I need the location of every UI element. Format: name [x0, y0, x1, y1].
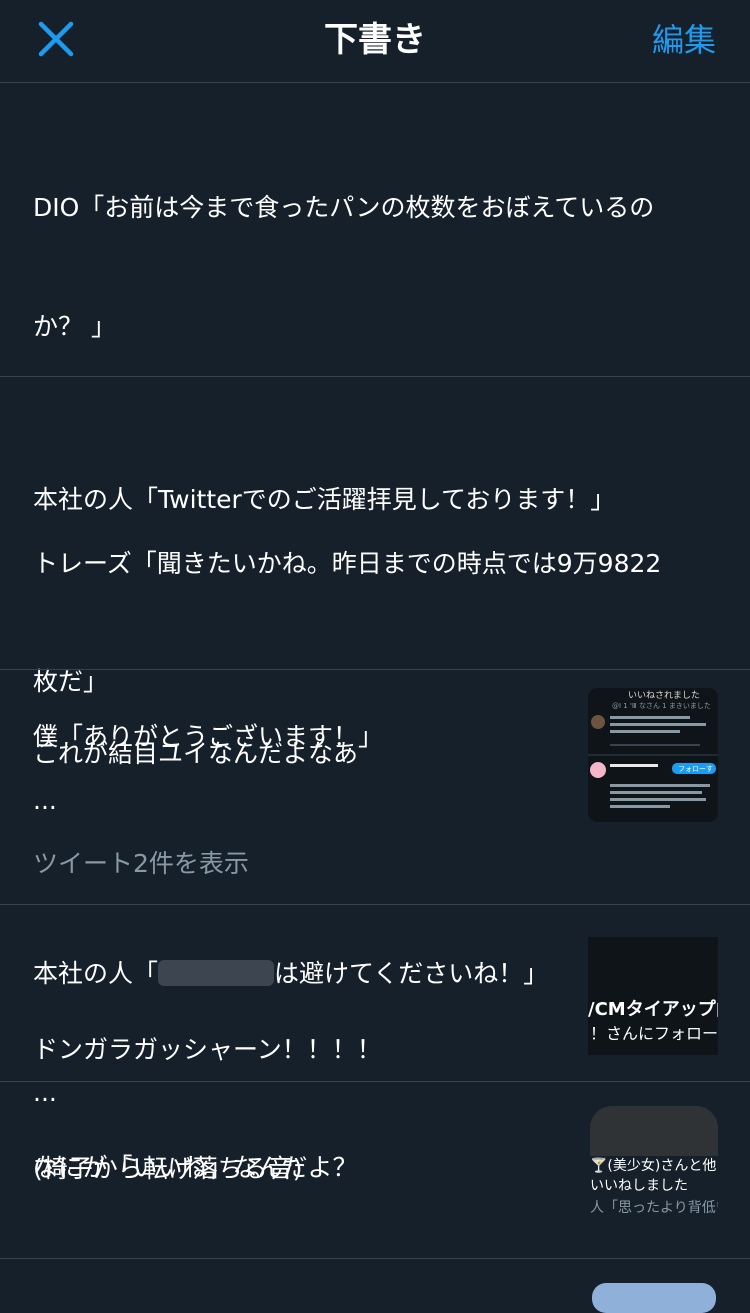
thumbnail-caption: ！さんにフォロー — [590, 1024, 718, 1043]
draft-text: なにが「いいね」なんだよ？ — [33, 1153, 358, 1182]
thumbnail-caption: 🍸(美少女)さんと他 — [590, 1158, 717, 1174]
draft-line: ドンガラガッシャーン！！！！ — [33, 1035, 382, 1064]
page-title: 下書き — [324, 20, 426, 60]
thumbnail-caption: いいねしました — [590, 1178, 688, 1194]
thumbnail-caption: @I 1 'Ⅲ なさん 1 まきいました — [612, 702, 711, 710]
draft-item[interactable]: これが結目ユイなんだよなあ ツイート2件を表示 いいねされました @I 1 'Ⅲ… — [0, 670, 750, 905]
thumbnail-image — [590, 1106, 718, 1156]
draft-item[interactable]: 本社の人「Twitterでのご活躍拝見しております！」 僕「ありがとうございます… — [0, 377, 750, 1107]
draft-item[interactable]: なにが「いいね」なんだよ？ 🍸(美少女)さんと他 いいねしました 人「思ったより… — [0, 1082, 750, 1259]
thumbnail-caption: /CMタイアップ由 — [588, 999, 718, 1020]
draft-line: か？ 」 — [33, 311, 116, 341]
draft-media-thumbnail[interactable]: いいねされました @I 1 'Ⅲ なさん 1 まきいました フォローす — [588, 688, 718, 822]
draft-media-thumbnail[interactable]: /CMタイアップ由 ！さんにフォロー — [588, 937, 718, 1055]
navigation-bar: 下書き 編集 — [0, 0, 750, 83]
draft-media-thumbnail[interactable]: 🍸(美少女)さんと他 いいねしました 人「思ったより背低い — [588, 1106, 718, 1228]
draft-line: 本社の人「Twitterでのご活躍拝見しております！」 — [33, 485, 616, 514]
thumbnail-caption: フォローす — [678, 765, 713, 773]
draft-text: これが結目ユイなんだよなあ — [33, 739, 359, 768]
draft-line: DIO「お前は今まで食ったパンの枚数をおぼえているの — [33, 193, 655, 222]
thumbnail-caption: 人「思ったより背低い — [590, 1200, 718, 1216]
show-thread-link[interactable]: ツイート2件を表示 — [33, 846, 249, 882]
draft-item[interactable] — [0, 1259, 750, 1313]
edit-button[interactable]: 編集 — [652, 18, 716, 62]
draft-item[interactable]: ドンガラガッシャーン！！！！ (椅子から転げ落ちる音) /CMタイアップ由 ！さ… — [0, 905, 750, 1183]
draft-item[interactable]: DIO「お前は今まで食ったパンの枚数をおぼえているの か？ 」 トレーズ「聞きた… — [0, 83, 750, 815]
